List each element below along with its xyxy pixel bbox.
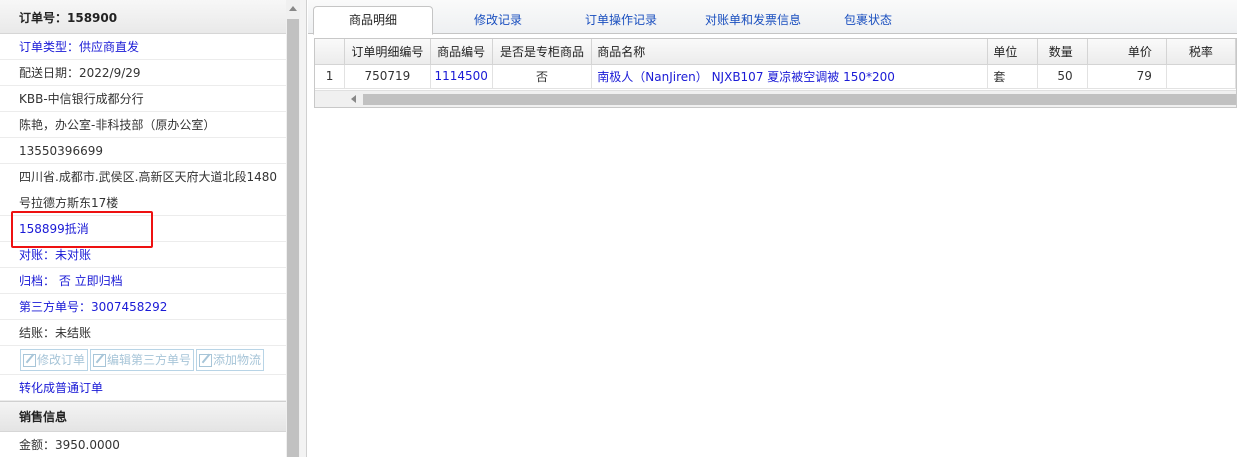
delivery-address: 四川省.成都市.武侯区.高新区天府大道北段1480号拉德方斯东17楼 <box>0 164 286 216</box>
cell-is-counter: 否 <box>492 64 593 89</box>
left-panel-scrollbar[interactable] <box>286 0 300 457</box>
col-product-number[interactable]: 商品编号 <box>430 39 493 65</box>
contact-person: 陈艳，办公室-非科技部（原办公室） <box>0 112 286 138</box>
edit-icon <box>23 353 36 367</box>
scrollbar-thumb[interactable] <box>363 94 1236 105</box>
reconcile-status: 对账：未对账 <box>0 242 286 268</box>
product-table: 订单明细编号 商品编号 是否是专柜商品 商品名称 单位 数量 单价 税率 1 7… <box>315 39 1236 89</box>
product-detail-grid: 订单明细编号 商品编号 是否是专柜商品 商品名称 单位 数量 单价 税率 1 7… <box>314 38 1237 108</box>
sales-amount: 金额：3950.0000 <box>0 432 286 457</box>
add-logistics-button[interactable]: 添加物流 <box>196 349 265 371</box>
branch-name: KBB-中信银行成都分行 <box>0 86 286 112</box>
col-unit-price[interactable]: 单价 <box>1087 39 1167 65</box>
tab-order-operation-records[interactable]: 订单操作记录 <box>561 7 681 34</box>
col-product-name[interactable]: 商品名称 <box>591 39 989 65</box>
edit-icon <box>93 353 107 367</box>
scroll-up-arrow-icon[interactable] <box>289 6 297 11</box>
order-type: 订单类型：供应商直发 <box>0 34 286 60</box>
order-number-header: 订单号：158900 <box>0 0 299 34</box>
third-party-order-number: 第三方单号：3007458292 <box>0 294 286 320</box>
phone-number: 13550396699 <box>0 138 286 164</box>
table-header-row: 订单明细编号 商品编号 是否是专柜商品 商品名称 单位 数量 单价 税率 <box>315 39 1236 65</box>
detail-area: 商品明细 修改记录 订单操作记录 对账单和发票信息 包裹状态 订单明细编号 商品… <box>308 0 1237 457</box>
cell-quantity: 50 <box>1037 64 1088 89</box>
tab-bar: 商品明细 修改记录 订单操作记录 对账单和发票信息 包裹状态 <box>308 0 1237 35</box>
cell-unit: 套 <box>987 64 1038 89</box>
edit-order-label: 修改订单 <box>37 353 86 367</box>
convert-to-normal-order-link[interactable]: 转化成普通订单 <box>0 375 286 401</box>
edit-icon <box>199 353 213 367</box>
delivery-date: 配送日期：2022/9/29 <box>0 60 286 86</box>
scrollbar-thumb[interactable] <box>287 19 299 457</box>
app-root: 订单号：158900 订单类型：供应商直发 配送日期：2022/9/29 KBB… <box>0 0 1237 457</box>
cell-detail-number: 750719 <box>344 64 431 89</box>
tab-package-status[interactable]: 包裹状态 <box>808 7 928 34</box>
cell-tax-rate <box>1166 64 1236 89</box>
edit-order-button[interactable]: 修改订单 <box>20 349 89 371</box>
cell-index: 1 <box>315 64 346 89</box>
tab-product-details[interactable]: 商品明细 <box>313 6 433 35</box>
col-tax-rate[interactable]: 税率 <box>1166 39 1236 65</box>
panel-splitter[interactable] <box>300 0 307 457</box>
col-quantity[interactable]: 数量 <box>1037 39 1088 65</box>
grid-horizontal-scrollbar[interactable] <box>315 90 1236 107</box>
tab-statement-invoice[interactable]: 对账单和发票信息 <box>688 7 818 34</box>
sales-info-header: 销售信息 <box>0 401 299 432</box>
order-info-panel: 订单号：158900 订单类型：供应商直发 配送日期：2022/9/29 KBB… <box>0 0 300 457</box>
table-row[interactable]: 1 750719 1114500 否 南极人（NanJiren） NJXB107… <box>315 64 1236 89</box>
archive-status[interactable]: 归档： 否 立即归档 <box>0 268 286 294</box>
add-logistics-label: 添加物流 <box>213 353 262 367</box>
tab-modification-records[interactable]: 修改记录 <box>438 7 558 34</box>
cell-unit-price: 79 <box>1087 64 1167 89</box>
col-index <box>315 39 346 65</box>
offset-order-link[interactable]: 158899抵消 <box>0 216 286 242</box>
cell-product-number-link[interactable]: 1114500 <box>430 64 493 89</box>
edit-third-party-label: 编辑第三方单号 <box>107 353 192 367</box>
col-is-counter[interactable]: 是否是专柜商品 <box>492 39 593 65</box>
cell-product-name-link[interactable]: 南极人（NanJiren） NJXB107 夏凉被空调被 150*200 <box>591 64 989 89</box>
scroll-left-arrow-icon[interactable] <box>351 95 356 103</box>
order-action-buttons: 修改订单 编辑第三方单号 添加物流 <box>0 346 286 375</box>
settlement-status: 结账：未结账 <box>0 320 286 346</box>
col-detail-number[interactable]: 订单明细编号 <box>344 39 431 65</box>
edit-third-party-button[interactable]: 编辑第三方单号 <box>90 349 195 371</box>
col-unit[interactable]: 单位 <box>987 39 1038 65</box>
